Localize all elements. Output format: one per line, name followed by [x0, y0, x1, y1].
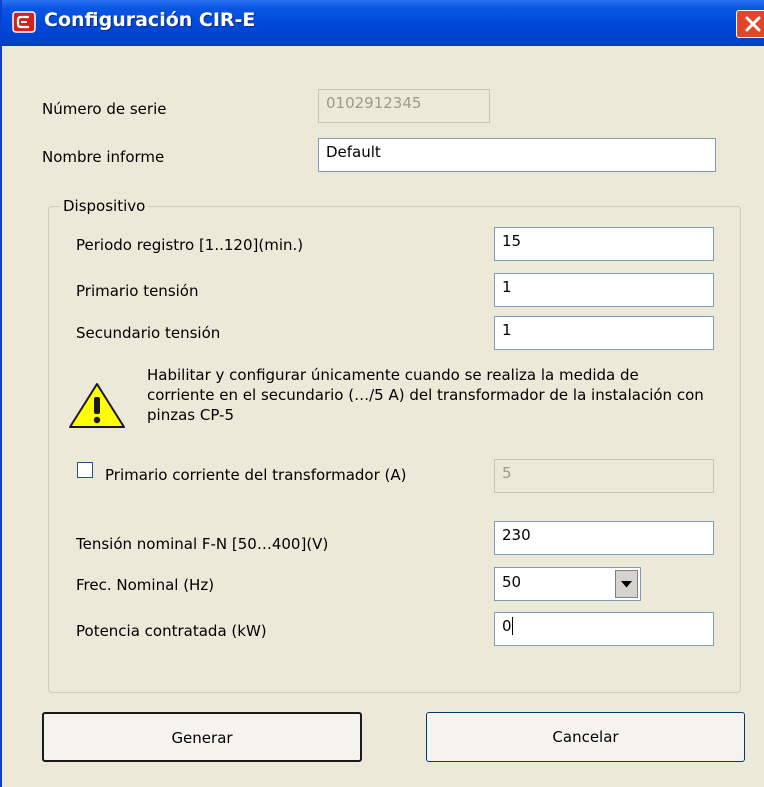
nominal-voltage-input[interactable]: 230 [494, 521, 714, 555]
primary-current-label[interactable]: Primario corriente del transformador (A) [105, 466, 407, 484]
text-caret [511, 617, 513, 635]
period-label: Periodo registro [1..120](min.) [76, 236, 304, 254]
app-logo-icon [12, 11, 36, 33]
contracted-power-label: Potencia contratada (kW) [76, 622, 267, 640]
primary-voltage-input[interactable]: 1 [494, 273, 714, 307]
report-name-input[interactable]: Default [318, 138, 716, 172]
secondary-voltage-label: Secundario tensión [76, 324, 221, 342]
primary-current-checkbox[interactable] [77, 462, 93, 478]
window-title: Configuración CIR-E [44, 9, 256, 31]
generate-button[interactable]: Generar [42, 712, 362, 762]
serial-number-field: 0102912345 [318, 89, 490, 123]
device-group-legend: Dispositivo [60, 197, 149, 215]
nominal-frequency-label: Frec. Nominal (Hz) [76, 576, 215, 594]
warning-text: Habilitar y configurar únicamente cuando… [147, 366, 704, 424]
nominal-frequency-dropdown-button[interactable] [615, 570, 638, 598]
nominal-frequency-value: 50 [502, 573, 522, 591]
close-button[interactable] [736, 10, 764, 38]
secondary-voltage-input[interactable]: 1 [494, 316, 714, 350]
nominal-voltage-label: Tensión nominal F-N [50…400](V) [76, 535, 329, 553]
report-name-label: Nombre informe [42, 148, 165, 166]
warning-icon [69, 383, 125, 428]
contracted-power-input[interactable]: 0 [494, 612, 714, 646]
cancel-button[interactable]: Cancelar [426, 712, 745, 762]
chevron-down-icon [621, 581, 632, 588]
primary-voltage-label: Primario tensión [76, 282, 199, 300]
serial-number-label: Número de serie [42, 100, 167, 118]
contracted-power-value: 0 [502, 617, 512, 635]
period-input[interactable]: 15 [494, 227, 714, 261]
primary-current-field: 5 [494, 459, 714, 493]
close-icon [745, 16, 761, 32]
nominal-frequency-select[interactable]: 50 [494, 567, 641, 601]
dialog-window: Configuración CIR-E Número de serie 0102… [0, 0, 764, 787]
title-bar[interactable]: Configuración CIR-E [2, 0, 764, 46]
